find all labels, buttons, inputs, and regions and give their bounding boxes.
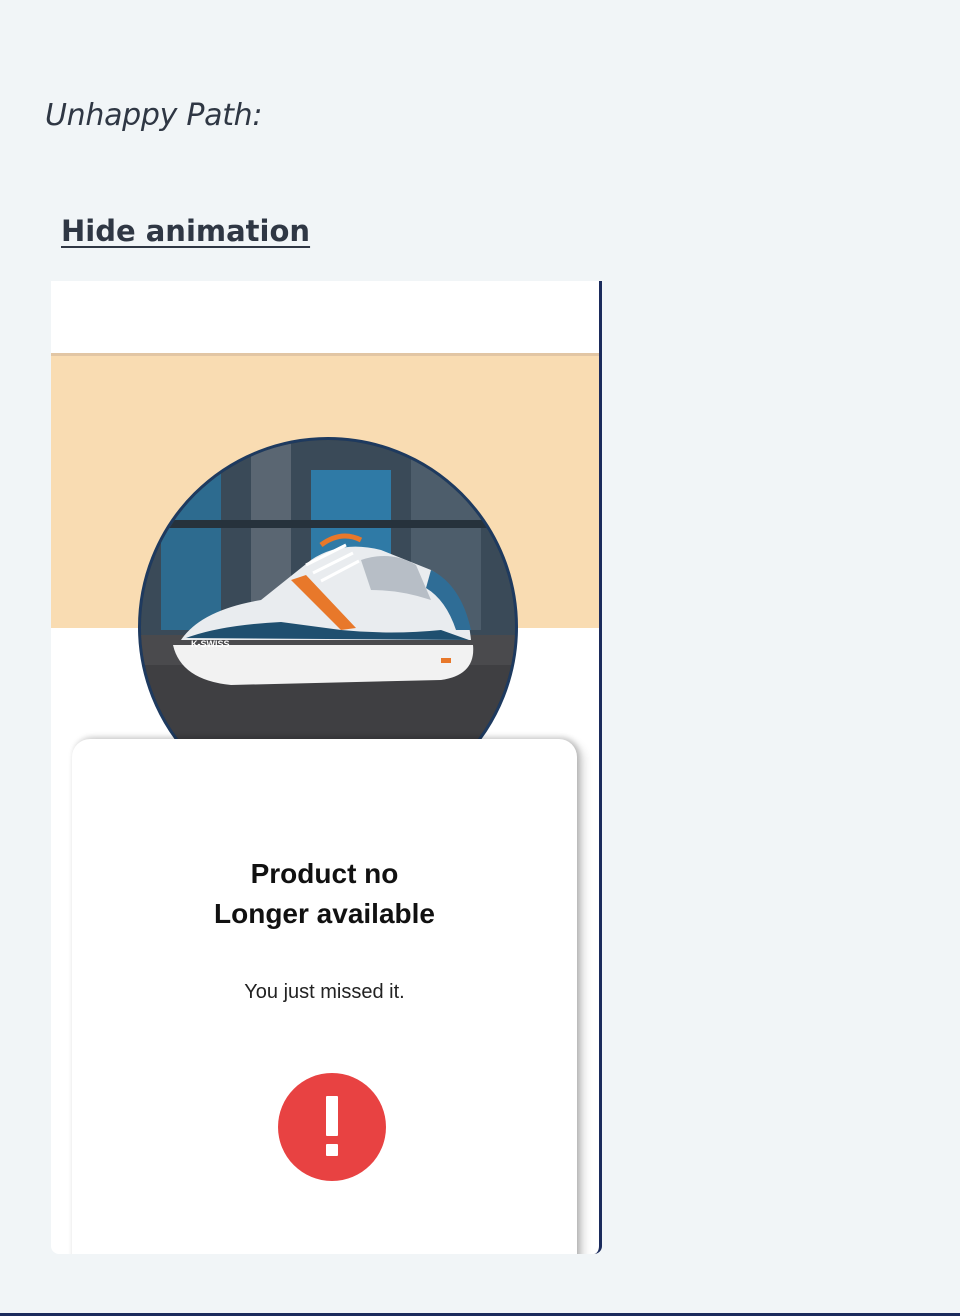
app-screenshot: K-SWISS Product no Longer available You … [51, 281, 602, 1254]
hide-animation-link[interactable]: Hide animation [61, 214, 310, 248]
brand-mark: K-SWISS [191, 639, 230, 649]
status-card: Product no Longer available You just mis… [72, 739, 577, 1254]
exclamation-icon [277, 1072, 387, 1182]
card-title: Product no Longer available [214, 858, 435, 929]
card-subtitle: You just missed it. [244, 981, 405, 1003]
section-label: Unhappy Path: [45, 98, 263, 133]
app-top-bar [51, 281, 599, 356]
